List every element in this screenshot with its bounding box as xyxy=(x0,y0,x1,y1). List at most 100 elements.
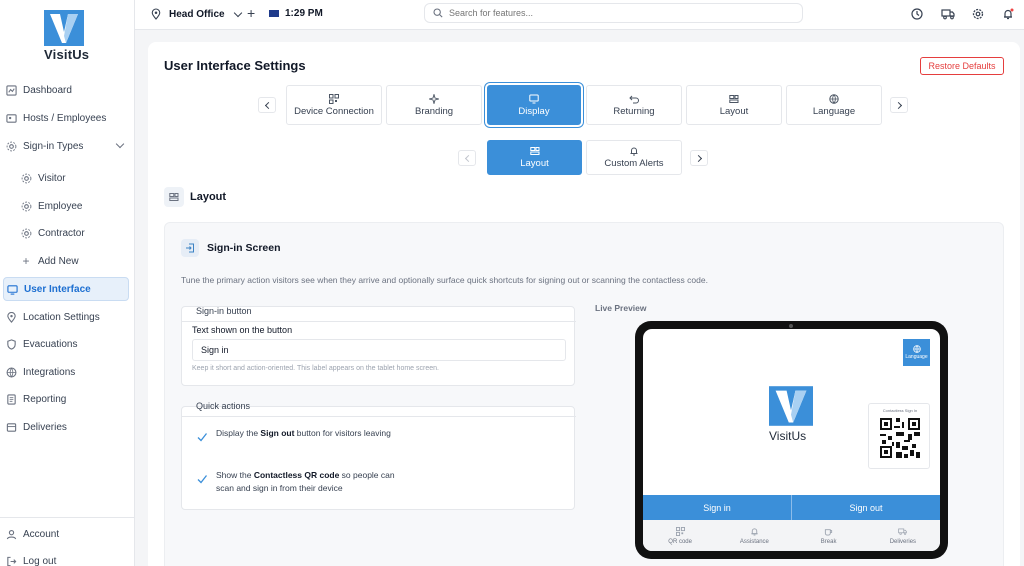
language-label: Language xyxy=(905,354,928,360)
tablet-screen: Language VisitUs Contactless Sign In Sig… xyxy=(643,329,940,551)
sidebar-item-logout[interactable]: Log out xyxy=(0,549,135,566)
preview-footer-assistance[interactable]: Assistance xyxy=(717,520,791,551)
sidebar: VisitUs Dashboard Hosts / Employees Sign… xyxy=(0,0,135,566)
preview-signout-button[interactable]: Sign out xyxy=(791,495,940,520)
flag-icon xyxy=(269,10,279,17)
tab-language[interactable]: Language xyxy=(786,85,882,125)
shield-icon xyxy=(5,338,17,350)
layout-icon xyxy=(729,94,739,103)
quick-action-signout[interactable]: Display the Sign out button for visitors… xyxy=(196,427,401,443)
sidebar-item-signin-types[interactable]: Sign-in Types xyxy=(0,134,135,158)
chevron-down-icon xyxy=(233,8,242,17)
card-title: Sign-in Screen xyxy=(207,242,281,254)
section-title: Layout xyxy=(190,191,227,203)
check-icon[interactable] xyxy=(196,431,208,443)
topbar: Head Office + 1:29 PM xyxy=(135,0,1024,30)
sidebar-item-location-settings[interactable]: Location Settings xyxy=(0,305,135,329)
sidebar-item-evacuations[interactable]: Evacuations xyxy=(0,332,135,356)
restore-defaults-button[interactable]: Restore Defaults xyxy=(920,57,1004,75)
sidebar-item-reporting[interactable]: Reporting xyxy=(0,387,135,411)
globe-icon xyxy=(829,93,839,104)
sidebar-item-label: Employee xyxy=(38,200,83,212)
tablet-preview: Language VisitUs Contactless Sign In Sig… xyxy=(635,321,948,559)
preview-footer-qr[interactable]: QR code xyxy=(643,520,717,551)
sidebar-divider xyxy=(0,517,135,518)
tab-label: Layout xyxy=(719,105,749,117)
visitus-logo xyxy=(44,10,84,46)
sidebar-item-label: Reporting xyxy=(23,393,67,405)
sidebar-item-account[interactable]: Account xyxy=(0,522,135,546)
sidebar-item-label: Log out xyxy=(23,555,57,566)
return-arrow-icon xyxy=(629,95,639,103)
logout-icon xyxy=(5,555,17,566)
qr-grid-icon xyxy=(675,526,685,536)
current-time: 1:29 PM xyxy=(285,8,323,19)
preview-signin-button[interactable]: Sign in xyxy=(643,495,791,520)
signin-icon xyxy=(181,239,199,257)
quick-action-text: Show the Contactless QR code so people c… xyxy=(216,470,395,493)
search-input[interactable] xyxy=(449,8,769,18)
sidebar-item-label: Integrations xyxy=(23,366,76,378)
preview-footer-deliveries[interactable]: Deliveries xyxy=(866,520,940,551)
search-bar[interactable] xyxy=(424,3,803,23)
page-title: User Interface Settings xyxy=(164,58,306,73)
sidebar-item-employee[interactable]: Employee xyxy=(0,194,135,218)
preview-language-button[interactable]: Language xyxy=(903,339,930,366)
tabs-next-button[interactable] xyxy=(890,97,908,113)
field-hint: Keep it short and action-oriented. This … xyxy=(192,365,439,372)
signin-button-fieldset: Sign-in button Text shown on the button … xyxy=(181,306,576,386)
tabs-prev-button[interactable] xyxy=(258,97,276,113)
tab-branding[interactable]: Branding xyxy=(386,85,482,125)
sparkle-icon xyxy=(429,93,439,104)
tab-label: Returning xyxy=(613,105,655,117)
divider xyxy=(182,321,576,322)
sidebar-item-integrations[interactable]: Integrations xyxy=(0,360,135,384)
sidebar-item-hosts[interactable]: Hosts / Employees xyxy=(0,106,135,130)
sidebar-item-label: Dashboard xyxy=(23,84,72,96)
quick-action-qr[interactable]: Show the Contactless QR code so people c… xyxy=(196,469,401,495)
signin-types-icon xyxy=(5,140,17,152)
live-preview-label: Live Preview xyxy=(595,303,647,313)
preview-footer-break[interactable]: Break xyxy=(792,520,866,551)
sidebar-item-contractor[interactable]: Contractor xyxy=(0,221,135,245)
subtabs-prev-button[interactable] xyxy=(458,150,476,166)
globe-icon xyxy=(5,366,17,378)
sidebar-item-label: Visitor xyxy=(38,172,66,184)
sidebar-item-label: Evacuations xyxy=(23,338,78,350)
location-name: Head Office xyxy=(169,8,225,20)
sidebar-item-dashboard[interactable]: Dashboard xyxy=(0,78,135,102)
subtab-custom-alerts[interactable]: Custom Alerts xyxy=(586,140,682,175)
sidebar-item-label: Account xyxy=(23,528,60,540)
gear-icon[interactable] xyxy=(972,8,984,20)
visitor-icon xyxy=(20,172,32,184)
subtabs-next-button[interactable] xyxy=(690,150,708,166)
sidebar-item-visitor[interactable]: Visitor xyxy=(0,166,135,190)
check-icon[interactable] xyxy=(196,473,208,485)
signin-text-input[interactable] xyxy=(192,339,566,361)
tab-returning[interactable]: Returning xyxy=(586,85,682,125)
globe-icon xyxy=(912,345,921,353)
tab-device-connection[interactable]: Device Connection xyxy=(286,85,382,125)
bell-icon[interactable] xyxy=(1002,8,1014,20)
truck-icon[interactable] xyxy=(941,8,955,20)
tab-display[interactable]: Display xyxy=(487,85,581,125)
footer-label: Assistance xyxy=(739,538,769,545)
tab-label: Custom Alerts xyxy=(604,158,664,169)
chevron-down-icon[interactable] xyxy=(115,139,125,149)
sidebar-item-deliveries[interactable]: Deliveries xyxy=(0,415,135,439)
preview-brand-name: VisitUs xyxy=(769,429,807,443)
location-selector[interactable]: Head Office xyxy=(151,8,242,20)
sidebar-item-user-interface[interactable]: User Interface xyxy=(3,277,129,301)
add-location-icon[interactable]: + xyxy=(247,5,255,21)
subtab-layout[interactable]: Layout xyxy=(487,140,582,175)
monitor-icon xyxy=(529,94,539,103)
footer-label: QR code xyxy=(668,538,692,545)
footer-label: Deliveries xyxy=(889,538,917,545)
tab-layout[interactable]: Layout xyxy=(686,85,782,125)
field-label: Text shown on the button xyxy=(192,325,293,335)
contractor-icon xyxy=(20,227,32,239)
tab-label: Layout xyxy=(520,158,549,169)
clock-icon[interactable] xyxy=(911,8,923,20)
sidebar-item-add-new[interactable]: + Add New xyxy=(0,249,135,273)
dashboard-icon xyxy=(5,84,17,96)
